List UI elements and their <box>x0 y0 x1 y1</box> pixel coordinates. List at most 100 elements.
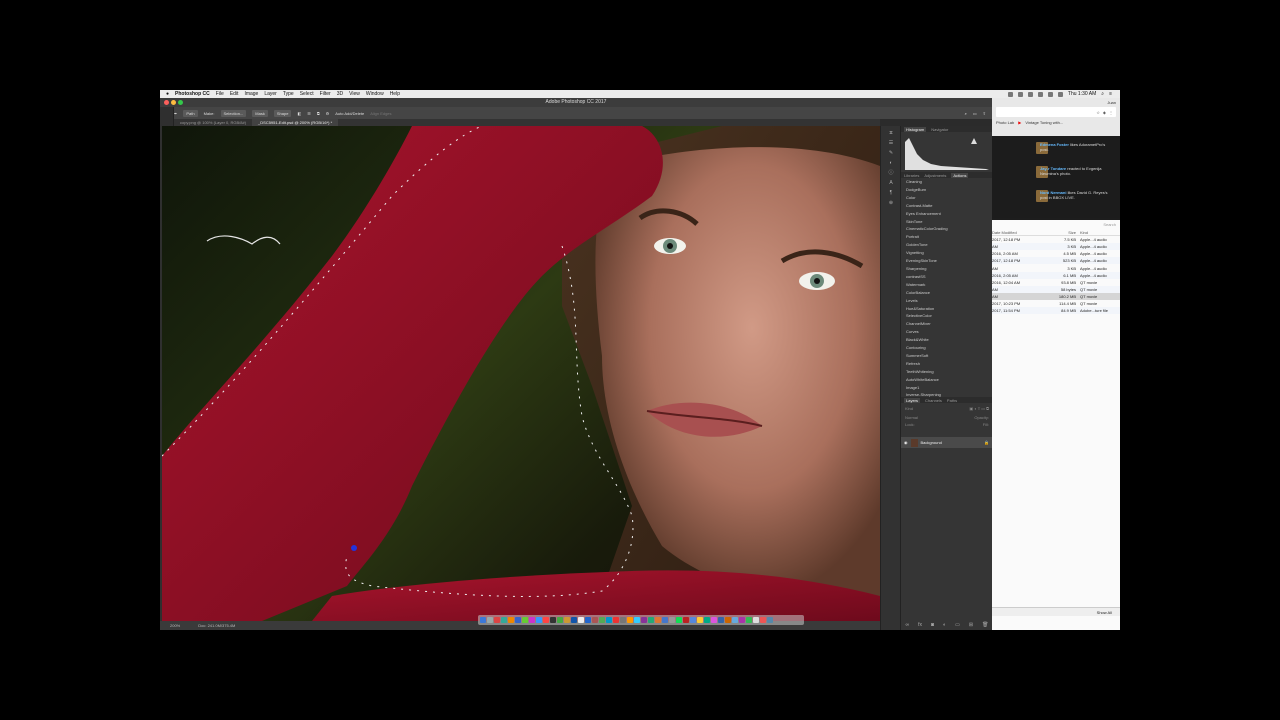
action-item[interactable]: Sharpening <box>906 265 992 273</box>
bookmark-photo-lab[interactable]: Photo Lab <box>996 120 1014 125</box>
make-shape-button[interactable]: Shape <box>273 109 292 117</box>
file-row[interactable]: 2017, 12:18 PM 7.5 KB Apple...4 audio <box>992 236 1120 243</box>
app-icon[interactable] <box>543 617 549 623</box>
share-icon[interactable]: ⇪ <box>983 111 992 116</box>
app-icon[interactable] <box>753 617 759 623</box>
trash-icon[interactable] <box>767 617 773 623</box>
action-item[interactable]: Contouring <box>906 344 992 352</box>
action-item[interactable]: Curves <box>906 328 992 336</box>
action-item[interactable]: Portrait <box>906 233 992 241</box>
action-item[interactable]: Color <box>906 194 992 202</box>
adjustments-panel-icon[interactable]: ◐ <box>887 160 895 166</box>
app-icon[interactable] <box>501 617 507 623</box>
header-size[interactable]: Size <box>1042 230 1080 235</box>
status-icon[interactable] <box>1017 91 1023 97</box>
menu-dots-icon[interactable]: ⋮ <box>1109 110 1113 115</box>
auto-add-delete-checkbox[interactable]: Auto Add/Delete <box>335 111 364 116</box>
app-icon[interactable] <box>620 617 626 623</box>
action-item[interactable]: Levels <box>906 297 992 305</box>
paragraph-panel-icon[interactable]: ¶ <box>887 190 895 196</box>
action-item[interactable]: Eyes Enhancement <box>906 210 992 218</box>
align-edges-checkbox[interactable]: Align Edges <box>370 111 391 116</box>
app-icon[interactable] <box>655 617 661 623</box>
close-window-button[interactable] <box>164 100 169 105</box>
action-item[interactable]: DodgeBurn <box>906 186 992 194</box>
app-icon[interactable] <box>564 617 570 623</box>
action-item[interactable]: SkinTone <box>906 218 992 226</box>
tab-adjustments[interactable]: Adjustments <box>924 173 946 178</box>
app-icon[interactable] <box>746 617 752 623</box>
path-arrangement-icon[interactable]: ⧉ <box>317 111 320 116</box>
eye-icon[interactable]: ◉ <box>904 440 908 445</box>
app-icon[interactable] <box>676 617 682 623</box>
make-selection-button[interactable]: Selection... <box>220 109 247 117</box>
action-item[interactable]: SelectiveColor <box>906 312 992 320</box>
app-icon[interactable] <box>739 617 745 623</box>
launchpad-icon[interactable] <box>487 617 493 623</box>
file-row[interactable]: AM 3 KB Apple...4 audio <box>992 264 1120 271</box>
app-icon[interactable] <box>697 617 703 623</box>
action-item[interactable]: Hue&Saturation <box>906 305 992 313</box>
history-panel-icon[interactable]: ⧖ <box>887 130 895 136</box>
app-icon[interactable] <box>711 617 717 623</box>
action-item[interactable]: Image1 <box>906 384 992 392</box>
action-item[interactable]: SummerSoft <box>906 352 992 360</box>
gear-icon[interactable]: ⚙ <box>326 111 330 116</box>
menu-window[interactable]: Window <box>366 91 384 97</box>
action-item[interactable]: contrastSS <box>906 273 992 281</box>
blend-mode-select[interactable]: Normal <box>905 415 918 420</box>
menu-edit[interactable]: Edit <box>230 91 239 97</box>
path-mode-select[interactable]: Path <box>183 109 198 117</box>
action-item[interactable]: Cleaning <box>906 178 992 186</box>
clone-source-panel-icon[interactable]: ⊕ <box>887 200 895 206</box>
header-date[interactable]: Date Modified <box>992 230 1042 235</box>
search-icon[interactable]: ⌕ <box>1101 91 1104 97</box>
path-alignment-icon[interactable]: ☰ <box>307 111 311 116</box>
file-row-selected[interactable]: AM 180.2 MB QT movie <box>992 292 1120 300</box>
action-item[interactable]: TeethWhitening <box>906 368 992 376</box>
menu-help[interactable]: Help <box>390 91 400 97</box>
header-kind[interactable]: Kind <box>1080 230 1120 235</box>
tab-paths[interactable]: Paths <box>947 398 957 403</box>
link-icon[interactable]: ∞ <box>906 622 910 628</box>
opacity-field[interactable]: Opacity: <box>974 415 989 420</box>
menubar-clock[interactable]: Thu 1:30 AM <box>1068 91 1096 97</box>
action-item[interactable]: Black&White <box>906 336 992 344</box>
file-row[interactable]: 2017, 11:54 PM 84.9 MB Adobe...ture file <box>992 307 1120 315</box>
app-icon[interactable] <box>508 617 514 623</box>
fill-field[interactable]: Fill: <box>983 422 989 427</box>
file-row[interactable]: 2016, 2:05 AM 6.1 MB Apple...4 audio <box>992 271 1120 279</box>
menu-layer[interactable]: Layer <box>264 91 277 97</box>
workspace-icon[interactable]: ▭ <box>973 111 977 116</box>
app-icon[interactable] <box>522 617 528 623</box>
wifi-icon[interactable] <box>1047 91 1053 97</box>
action-item[interactable]: CinematicColorGrading <box>906 225 992 233</box>
app-icon[interactable] <box>690 617 696 623</box>
tab-libraries[interactable]: Libraries <box>904 173 919 178</box>
file-row[interactable]: 2017, 12:18 PM 523 KB Apple...4 audio <box>992 257 1120 265</box>
app-icon[interactable] <box>760 617 766 623</box>
app-icon[interactable] <box>515 617 521 623</box>
notification-item[interactable]: Nord Nermani likes David G. Reyes's post… <box>1040 190 1114 200</box>
tab-navigator[interactable]: Navigator <box>931 127 948 132</box>
tab-channels[interactable]: Channels <box>925 398 942 403</box>
app-icon[interactable] <box>494 617 500 623</box>
action-item[interactable]: ColorBalance <box>906 289 992 297</box>
finder-search[interactable]: Search <box>1103 222 1116 227</box>
tab-copy-png[interactable]: copy.png @ 100% (Layer 0, RGB/8#) <box>174 119 252 126</box>
action-item[interactable]: ChannelMixer <box>906 320 992 328</box>
app-icon[interactable] <box>606 617 612 623</box>
action-item[interactable]: AutoWhiteBalance <box>906 376 992 384</box>
show-all-button[interactable]: Show All <box>1097 610 1112 615</box>
app-icon[interactable] <box>536 617 542 623</box>
layer-name[interactable]: Background <box>921 440 942 445</box>
app-icon[interactable] <box>592 617 598 623</box>
menu-file[interactable]: File <box>216 91 224 97</box>
minimize-window-button[interactable] <box>171 100 176 105</box>
file-row[interactable]: 2017, 10:23 PM 114.4 MB QT movie <box>992 300 1120 307</box>
app-icon[interactable] <box>669 617 675 623</box>
menu-select[interactable]: Select <box>300 91 314 97</box>
menu-list-icon[interactable]: ≡ <box>1109 91 1112 97</box>
app-icon[interactable] <box>641 617 647 623</box>
menu-filter[interactable]: Filter <box>320 91 331 97</box>
